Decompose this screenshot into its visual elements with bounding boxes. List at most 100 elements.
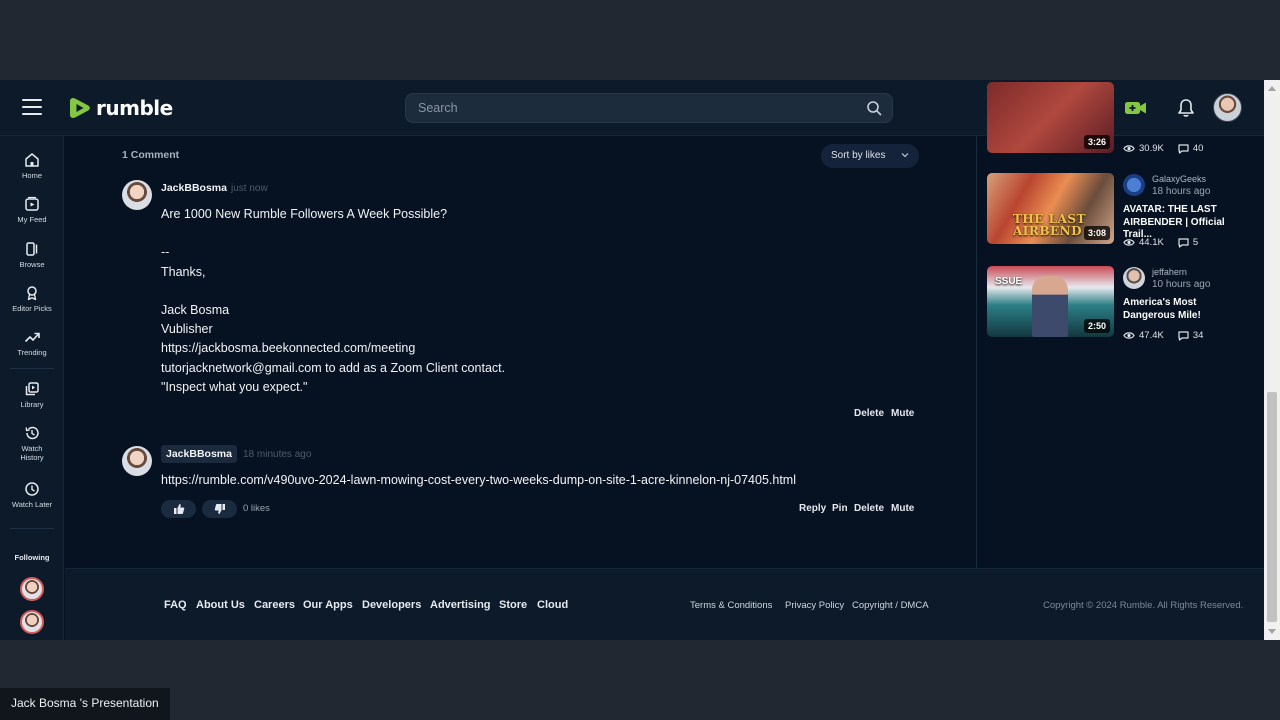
channel-name[interactable]: jeffahern [1152,267,1187,277]
footer-copyright: Copyright © 2024 Rumble. All Rights Rese… [1043,600,1244,611]
nav-divider [10,368,54,369]
comment-line: Are 1000 New Rumble Followers A Week Pos… [161,207,448,221]
rumble-logo[interactable]: rumble [68,94,173,122]
video-age: 18 hours ago [1152,186,1211,197]
search-input[interactable] [406,94,846,122]
presenter-label: Jack Bosma 's Presentation [0,688,170,720]
video-duration: 2:50 [1083,319,1110,333]
history-icon [25,426,39,440]
scroll-up-arrow[interactable] [1268,86,1276,91]
search-icon[interactable] [866,100,882,116]
nav-watch-later[interactable]: Watch Later [0,481,64,509]
nav-editor-picks[interactable]: Editor Picks [0,285,64,313]
comment-avatar[interactable] [122,180,152,210]
menu-icon[interactable] [22,99,42,115]
sort-dropdown[interactable]: Sort by likes [821,144,919,168]
clock-icon [25,482,39,496]
video-age: 10 hours ago [1152,279,1211,290]
comment-count: 34 [1192,330,1204,341]
following-channel-avatar[interactable] [20,577,44,601]
thumbs-up-icon [173,504,184,514]
eye-icon [1123,145,1135,152]
user-avatar[interactable] [1213,93,1242,122]
channel-avatar[interactable] [1123,267,1145,289]
comment-line: Vublisher [161,322,213,337]
left-sidebar: Home My Feed Browse Editor Picks Trendin… [0,136,64,640]
comment-author[interactable]: JackBBosma [161,445,237,463]
comment-count: 40 [1192,143,1204,154]
logo-text: rumble [96,96,173,120]
nav-label: Library [20,400,44,409]
footer-link-about[interactable]: About Us [196,599,245,611]
page-scrollbar[interactable] [1264,80,1280,640]
reply-button[interactable]: Reply [799,503,826,514]
footer-link-cloud[interactable]: Cloud [537,599,568,611]
footer-link-developers[interactable]: Developers [362,599,421,611]
bell-icon[interactable] [1173,95,1199,121]
scrollbar-thumb[interactable] [1267,392,1277,622]
comment-icon [1178,237,1189,248]
eye-icon [1123,239,1135,246]
footer-link-faq[interactable]: FAQ [164,599,187,611]
rumble-logo-icon [70,98,90,118]
nav-library[interactable]: Library [0,381,64,409]
channel-avatar[interactable] [1123,174,1145,196]
nav-home[interactable]: Home [0,152,64,180]
footer-terms-link[interactable]: Terms & Conditions [690,600,772,611]
footer-link-careers[interactable]: Careers [254,599,295,611]
trending-icon [24,332,40,343]
footer-link-apps[interactable]: Our Apps [303,599,353,611]
mute-button[interactable]: Mute [891,503,914,514]
comment-line: "Inspect what you expect." [161,379,308,394]
delete-button[interactable]: Delete [854,503,884,514]
feed-icon [25,196,39,211]
footer-privacy-link[interactable]: Privacy Policy [785,600,844,611]
comment-avatar[interactable] [122,446,152,476]
nav-browse[interactable]: Browse [0,241,64,269]
comments-section: 1 Comment Sort by likes JackBBosma just … [65,136,976,568]
comment-line: Thanks, [161,264,206,279]
library-icon [25,382,39,396]
comment-link[interactable]: https://rumble.com/v490uvo-2024-lawn-mow… [161,471,796,490]
view-count: 47.4K [1139,330,1164,341]
like-button[interactable] [161,500,196,518]
video-stats: 47.4K 34 [1123,330,1203,341]
video-thumbnail[interactable]: THE LAST AIRBEND 3:08 [987,173,1114,244]
footer-link-advertising[interactable]: Advertising [430,599,491,611]
like-count: 0 likes [243,503,270,514]
video-title[interactable]: AVATAR: THE LAST AIRBENDER | Official Tr… [1123,204,1251,242]
scroll-down-arrow[interactable] [1268,629,1276,634]
comment-body: https://rumble.com/v490uvo-2024-lawn-mow… [161,471,796,490]
mute-button[interactable]: Mute [891,408,914,419]
pin-button[interactable]: Pin [832,503,848,514]
video-thumbnail[interactable]: SSUE 2:50 [987,266,1114,337]
home-icon [25,153,39,167]
channel-name[interactable]: GalaxyGeeks [1152,174,1206,184]
comment-line [161,224,505,243]
view-count: 30.9K [1139,143,1164,154]
video-thumbnail[interactable]: 3:26 [987,82,1114,153]
search-bar[interactable] [405,93,893,123]
footer-link-store[interactable]: Store [499,599,527,611]
video-title[interactable]: America's Most Dangerous Mile! [1123,297,1251,322]
go-live-icon[interactable] [1123,95,1149,121]
nav-label: My Feed [17,215,47,224]
dislike-button[interactable] [202,500,237,518]
following-channel-avatar[interactable] [20,610,44,634]
sort-label: Sort by likes [831,150,886,161]
nav-watch-history[interactable]: Watch History [0,425,64,462]
nav-label: Watch History [20,444,44,462]
comment-author[interactable]: JackBBosma [161,182,227,194]
nav-label: Editor Picks [12,304,52,313]
delete-button[interactable]: Delete [854,408,884,419]
comment-line: -- [161,245,170,260]
nav-my-feed[interactable]: My Feed [0,196,64,224]
video-stats: 44.1K 5 [1123,237,1198,248]
comment-line: Jack Bosma [161,302,230,317]
nav-trending[interactable]: Trending [0,329,64,357]
comment-body: Are 1000 New Rumble Followers A Week Pos… [161,205,505,397]
footer-copyright-link[interactable]: Copyright / DMCA [852,600,929,611]
nav-divider [10,528,54,529]
screen-share-stage: rumble Home My Feed [0,0,1280,720]
comment-link[interactable]: https://jackbosma.beekonnected.com/meeti… [161,339,505,358]
